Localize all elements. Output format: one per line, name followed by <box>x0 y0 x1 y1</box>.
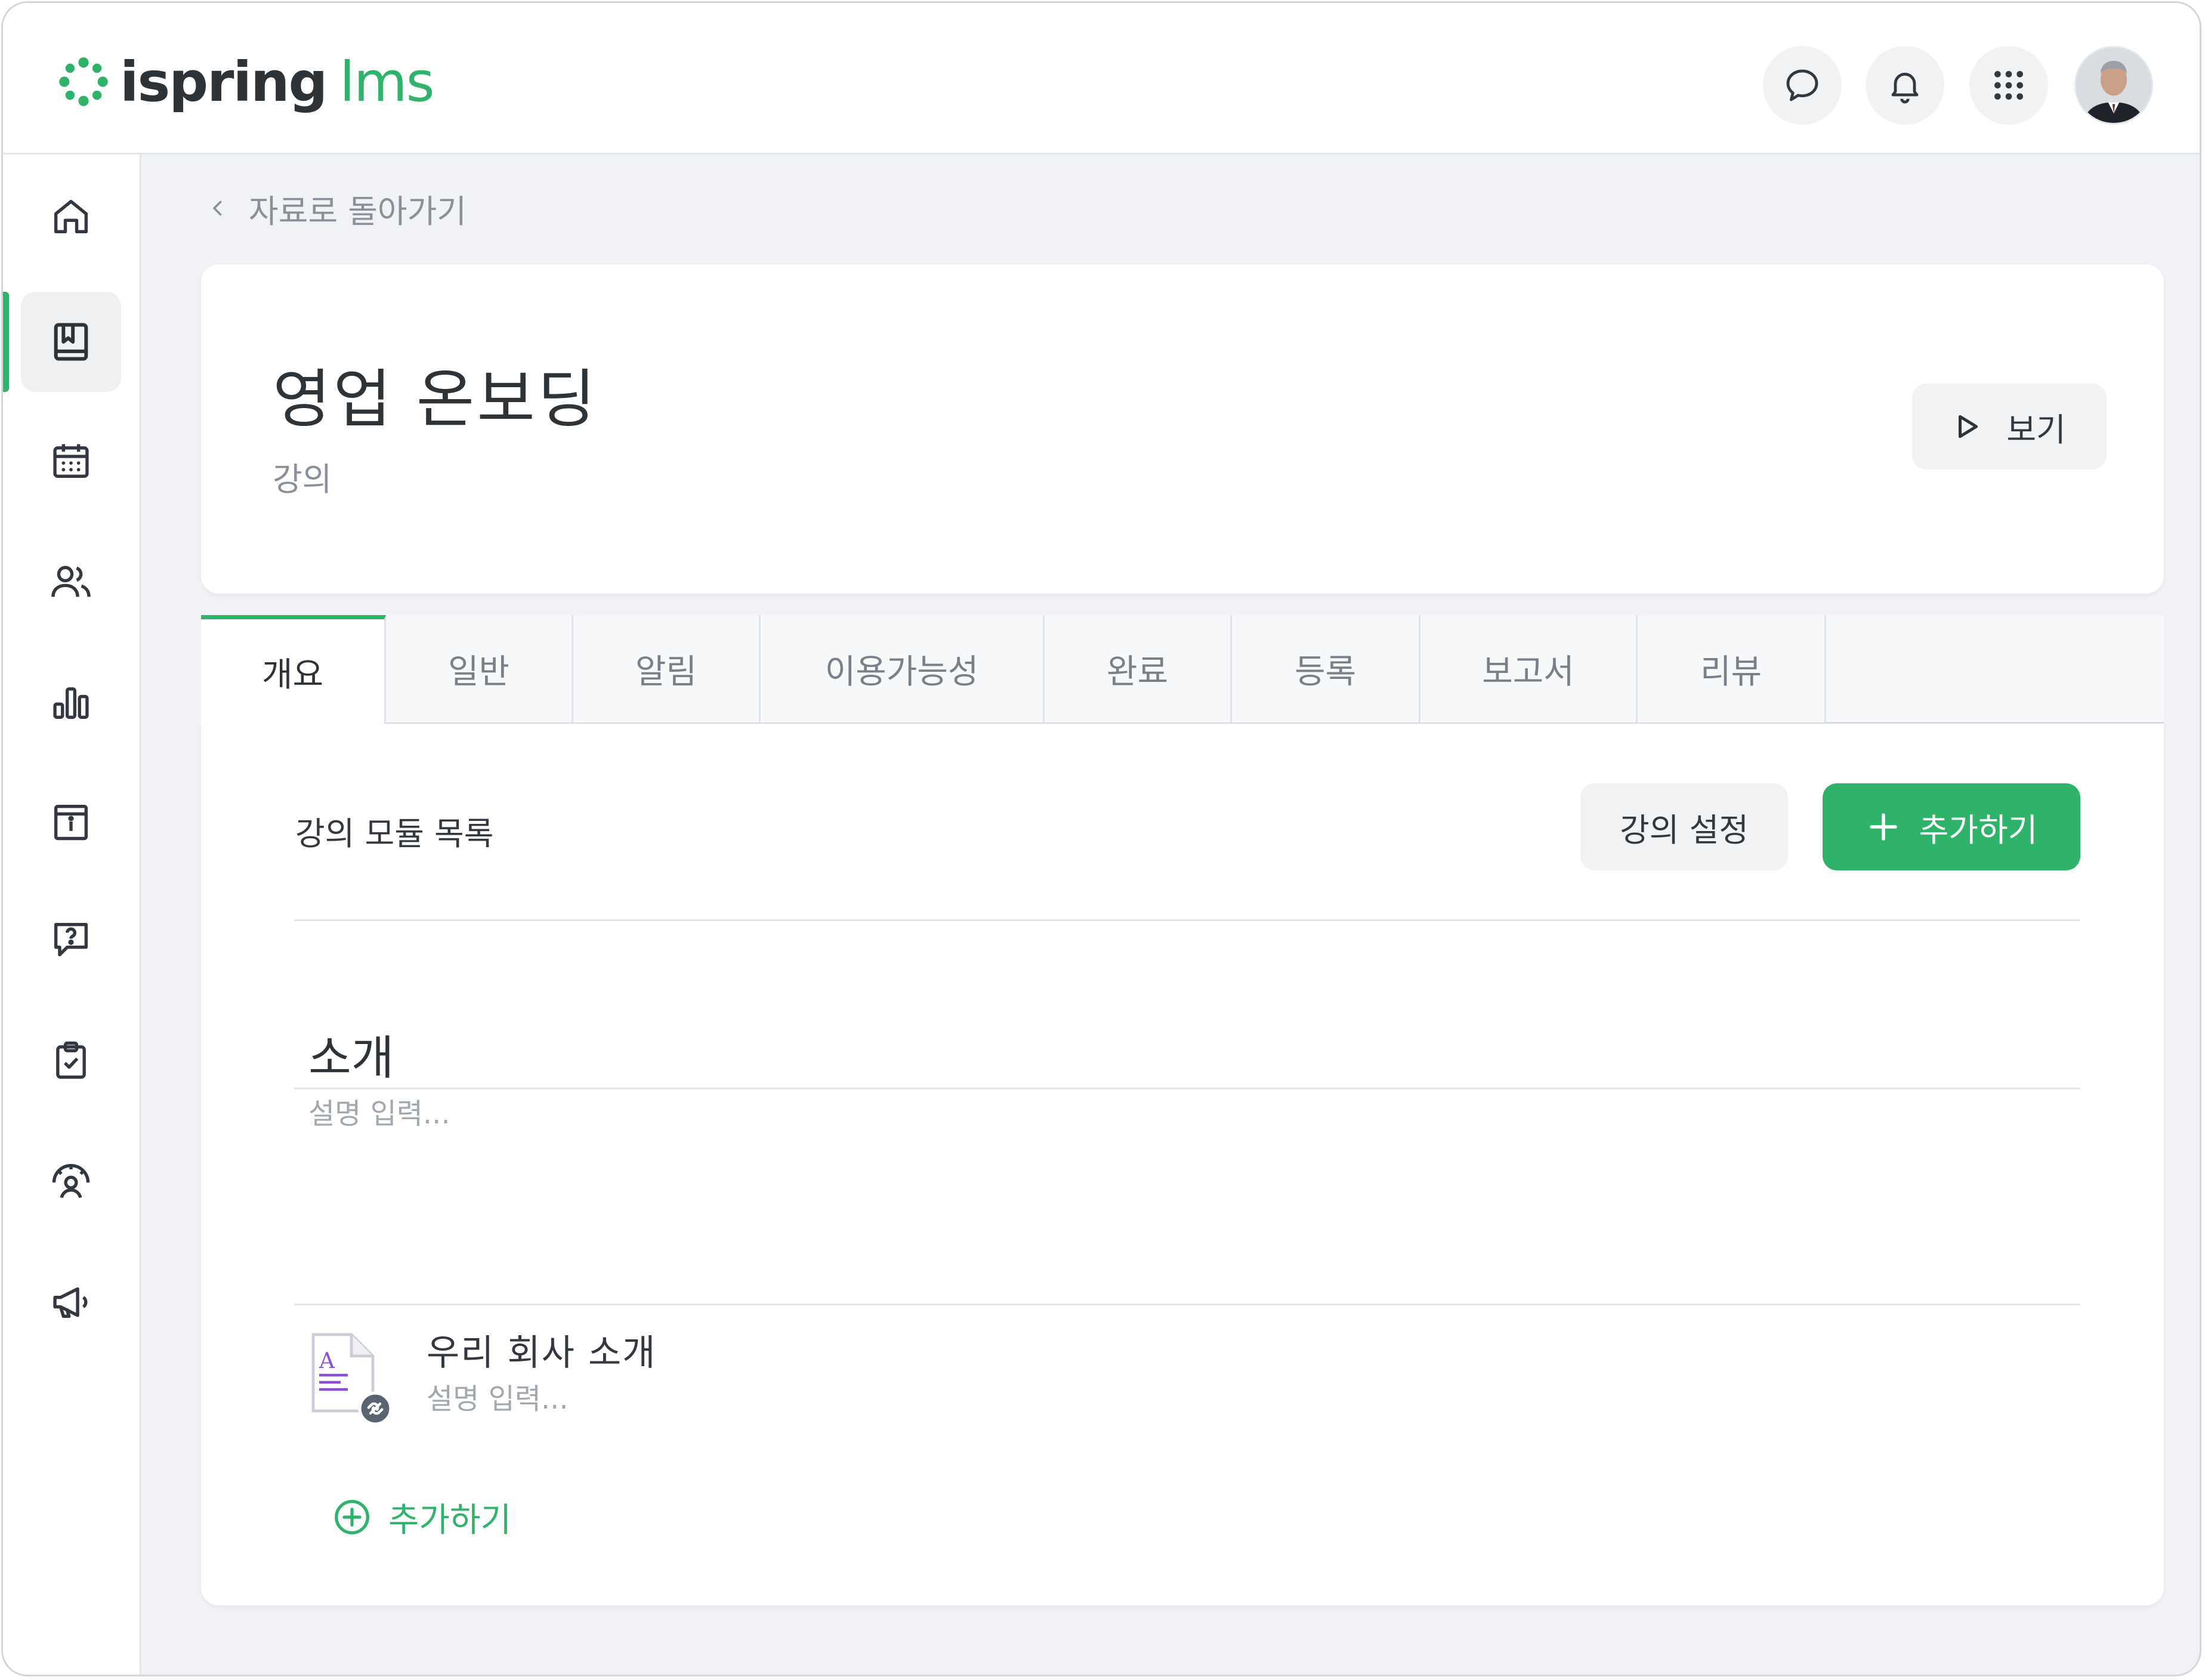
header-divider <box>294 1088 2080 1089</box>
course-settings-label: 강의 설정 <box>1620 811 1749 849</box>
tab-label: 등록 <box>1294 652 1357 691</box>
apps-grid-icon <box>1994 71 2023 100</box>
sidebar-item-reports[interactable] <box>21 652 121 752</box>
module-title[interactable]: 우리 회사 소개 <box>427 1324 656 1376</box>
ispring-logo-icon <box>59 57 108 106</box>
sidebar-item-questions[interactable] <box>21 890 121 990</box>
course-settings-button[interactable]: 강의 설정 <box>1580 783 1788 870</box>
avatar-image <box>2076 48 2151 123</box>
logo-text-lms: lms <box>339 50 434 114</box>
tab-overview[interactable]: 개요 <box>201 615 386 724</box>
sidebar-item-announcements[interactable] <box>21 1251 121 1351</box>
top-header: ispring lms <box>3 3 2200 155</box>
back-to-materials-link[interactable]: 자료로 돌아가기 <box>207 184 467 232</box>
back-link-label: 자료로 돌아가기 <box>249 192 467 230</box>
play-icon <box>1959 415 1978 438</box>
app-window: ispring lms 자료로 돌아가기 영업 온보딩 강의 보기 개요 일반 … <box>1 1 2201 1676</box>
view-button-label: 보기 <box>2006 410 2066 449</box>
page-title: 영업 온보딩 <box>273 363 598 436</box>
tab-reports[interactable]: 보고서 <box>1420 615 1638 722</box>
apps-button[interactable] <box>1969 46 2048 125</box>
chat-button[interactable] <box>1763 46 1842 125</box>
add-module-label: 추가하기 <box>388 1500 512 1540</box>
plus-icon <box>1869 813 1897 841</box>
calendar-icon <box>53 444 89 478</box>
notifications-button[interactable] <box>1866 46 1944 125</box>
tab-bar: 개요 일반 알림 이용가능성 완료 등록 보고서 리뷰 <box>201 615 2164 724</box>
chevron-left-icon <box>213 200 222 216</box>
tab-availability[interactable]: 이용가능성 <box>761 615 1045 722</box>
plus-circle-icon <box>335 1500 369 1534</box>
chat-icon <box>1786 69 1818 101</box>
module-list-title: 강의 모듈 목록 <box>295 815 494 853</box>
tab-enrollment[interactable]: 등록 <box>1232 615 1420 722</box>
bar-chart-icon <box>53 687 89 719</box>
question-chat-icon <box>54 922 88 957</box>
home-icon <box>54 199 88 234</box>
tab-general[interactable]: 일반 <box>386 615 573 722</box>
svg-text:A: A <box>319 1349 335 1373</box>
sidebar-item-home[interactable] <box>21 166 121 267</box>
document-link-icon: A <box>311 1333 393 1425</box>
sidebar-item-users[interactable] <box>21 532 121 632</box>
add-module-link[interactable]: 추가하기 <box>331 1488 511 1546</box>
view-button[interactable]: 보기 <box>1912 384 2107 470</box>
sidebar-item-materials[interactable] <box>21 292 121 392</box>
sidebar-item-tasks[interactable] <box>21 1010 121 1110</box>
ispring-logo[interactable]: ispring lms <box>58 50 435 114</box>
logo-text-ispring: ispring <box>120 50 328 114</box>
tab-completion[interactable]: 완료 <box>1045 615 1232 722</box>
tab-label: 일반 <box>447 652 510 691</box>
tab-notifications[interactable]: 알림 <box>573 615 761 722</box>
book-icon <box>54 323 88 361</box>
tab-label: 완료 <box>1106 652 1169 691</box>
sidebar-item-calendar[interactable] <box>21 411 121 511</box>
section-description-input[interactable]: 설명 입력... <box>308 1090 450 1132</box>
tab-reviews[interactable]: 리뷰 <box>1638 615 1826 722</box>
tab-label: 개요 <box>261 655 324 694</box>
add-button-label: 추가하기 <box>1919 811 2038 849</box>
clipboard-check-icon <box>56 1041 86 1079</box>
add-button[interactable]: 추가하기 <box>1823 783 2080 870</box>
course-header-card: 영업 온보딩 강의 보기 <box>201 264 2164 594</box>
users-icon <box>51 566 91 597</box>
tab-label: 리뷰 <box>1700 652 1762 691</box>
course-type-label: 강의 <box>273 461 332 498</box>
tab-label: 알림 <box>635 652 697 691</box>
main-content: 자료로 돌아가기 영업 온보딩 강의 보기 개요 일반 알림 이용가능성 완료 … <box>141 155 2200 1675</box>
sidebar-item-info[interactable] <box>21 771 121 872</box>
left-sidebar <box>3 155 141 1675</box>
tab-label: 보고서 <box>1482 652 1574 691</box>
list-divider <box>294 919 2080 921</box>
sidebar-item-performance[interactable] <box>21 1131 121 1231</box>
user-avatar[interactable] <box>2074 46 2153 125</box>
megaphone-icon <box>53 1287 88 1318</box>
overview-panel: 강의 모듈 목록 강의 설정 추가하기 소개 설명 입력... A 우리 회사 … <box>201 724 2164 1605</box>
info-board-icon <box>54 804 88 841</box>
section-title[interactable]: 소개 <box>308 1021 394 1088</box>
tab-label: 이용가능성 <box>824 652 979 691</box>
active-indicator <box>3 292 9 392</box>
module-description-input[interactable]: 설명 입력... <box>427 1375 569 1417</box>
section-divider <box>294 1304 2080 1305</box>
user-gauge-icon <box>52 1164 90 1199</box>
bell-icon <box>1891 72 1919 104</box>
